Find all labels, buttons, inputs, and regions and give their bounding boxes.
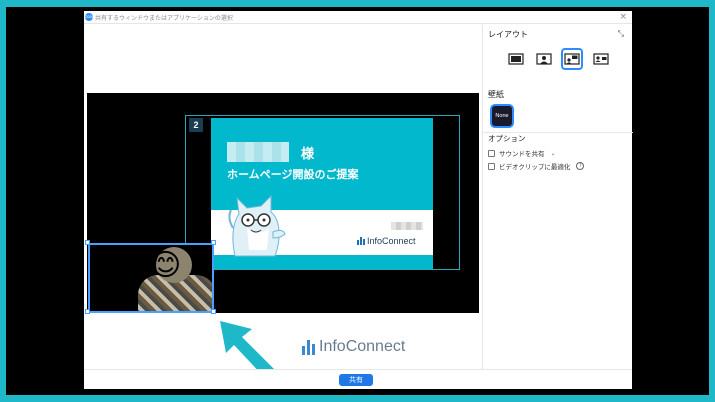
wallpaper-none-option[interactable]: None (490, 104, 514, 128)
side-by-side-icon (593, 53, 609, 65)
collapse-icon[interactable]: ⤡ (618, 29, 624, 39)
share-sound-label: サウンドを共有 (499, 150, 545, 158)
slide-honorific: 様 (301, 147, 315, 162)
resize-handle-br[interactable] (211, 309, 216, 314)
person-large-icon (536, 53, 552, 65)
preview-stage: 2 様 ホームページ開設のご提案 InfoConnect 😊 (85, 93, 479, 314)
layout-option-person-corner[interactable] (561, 48, 583, 70)
slide-heading: ホームページ開設のご提案 (227, 168, 359, 181)
layout-option-side-by-side[interactable] (590, 48, 612, 70)
slide-frame[interactable]: 2 様 ホームページ開設のご提案 InfoConnect (185, 115, 460, 270)
screen-only-icon (508, 53, 524, 65)
share-window: zoom 共有するウィンドウまたはアプリケーションの選択 × 2 様 ホームペー… (84, 11, 633, 389)
footer-bar: 共有 (84, 369, 632, 389)
optimize-video-checkbox[interactable] (488, 162, 495, 170)
settings-panel: レイアウト ⤡ 壁紙 None オプション サウンドを共有 ⌄ ビデオクリップに… (482, 25, 633, 369)
window-title: 共有するウィンドウまたはアプリケーションの選択 (95, 15, 233, 22)
blurred-client-name (227, 142, 289, 162)
optimize-video-label: ビデオクリップに最適化 (499, 163, 571, 171)
face-emoji-icon: 😊 (150, 248, 182, 283)
wallpaper-heading: 壁紙 (488, 90, 504, 99)
options-heading: オプション (488, 134, 526, 143)
resize-handle-tl[interactable] (85, 240, 90, 245)
camera-overlay[interactable]: 😊 (88, 243, 214, 313)
option-share-sound[interactable]: サウンドを共有 ⌄ (488, 148, 556, 158)
resize-handle-tr[interactable] (211, 240, 216, 245)
brand-bars-icon (302, 340, 315, 355)
brand-text: InfoConnect (319, 338, 406, 355)
layout-option-screen-only[interactable] (505, 48, 527, 70)
brand-logo: InfoConnect (302, 339, 405, 355)
title-bar: zoom 共有するウィンドウまたはアプリケーションの選択 × (84, 11, 632, 24)
mascot-illustration (228, 194, 286, 257)
close-icon[interactable]: × (619, 11, 627, 24)
zoom-app-icon: zoom (85, 13, 96, 21)
blurred-text (391, 222, 423, 230)
chevron-down-icon[interactable]: ⌄ (551, 150, 556, 157)
slide-logo: InfoConnect (357, 236, 416, 246)
share-sound-checkbox[interactable] (488, 149, 495, 157)
slide-number-badge: 2 (189, 118, 203, 132)
slide-logo-bars-icon (357, 237, 365, 245)
resize-handle-bl[interactable] (85, 309, 90, 314)
layout-heading: レイアウト (488, 30, 528, 39)
help-icon[interactable]: ? (576, 162, 585, 170)
option-optimize-video[interactable]: ビデオクリップに最適化 ? (488, 161, 585, 171)
share-button[interactable]: 共有 (339, 374, 373, 386)
shared-slide: 様 ホームページ開設のご提案 InfoConnect (211, 118, 433, 269)
layout-option-person-large[interactable] (533, 48, 555, 70)
slide-logo-text: InfoConnect (367, 236, 416, 246)
person-corner-icon (564, 53, 580, 65)
